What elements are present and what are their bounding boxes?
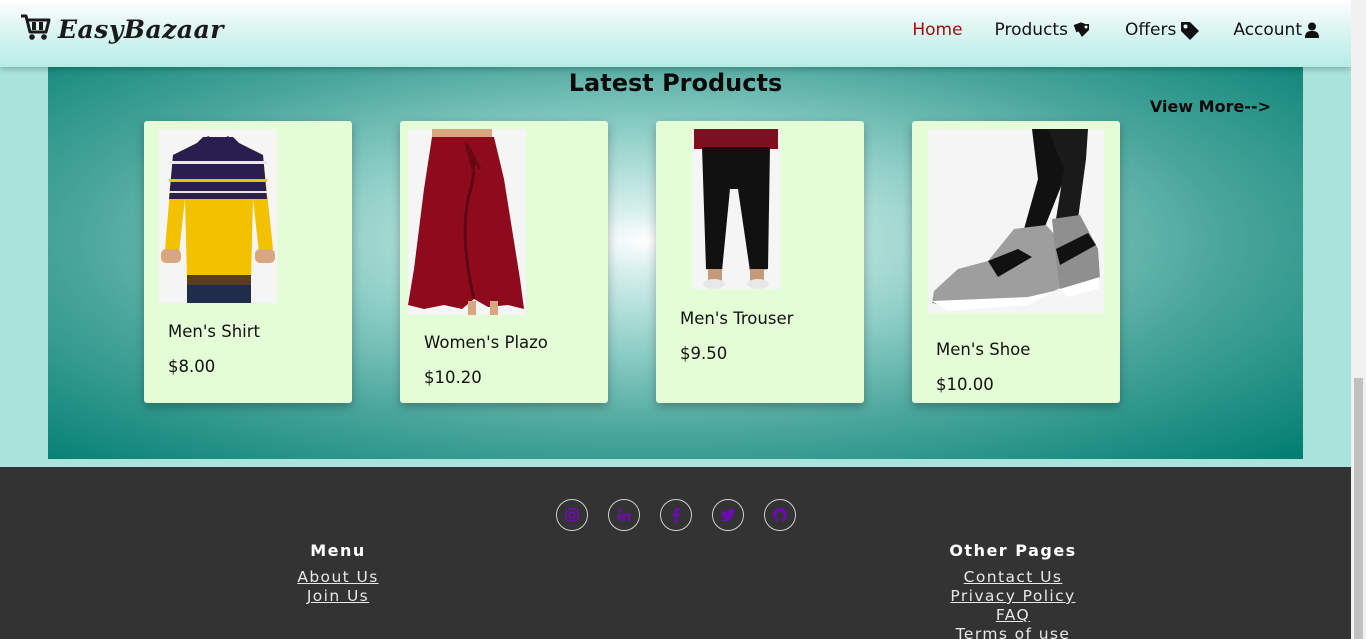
shopping-cart-icon — [20, 12, 52, 46]
mens-shoe-image — [928, 129, 1104, 313]
footer-link-faq[interactable]: FAQ — [928, 606, 1098, 625]
mens-shirt-image — [159, 129, 277, 303]
product-name: Men's Shoe — [936, 340, 1031, 359]
nav-home-label: Home — [912, 20, 963, 40]
nav-home[interactable]: Home — [912, 20, 962, 40]
product-card[interactable]: Men's Shirt $8.00 — [144, 121, 352, 403]
section-title: Latest Products — [568, 69, 783, 97]
latest-products-section: Latest Products View More--> Men's Shirt… — [48, 62, 1303, 459]
facebook-icon — [672, 507, 681, 523]
footer-menu-title: Menu — [310, 541, 366, 560]
footer-other-pages-column: Other Pages Contact Us Privacy Policy FA… — [928, 541, 1098, 639]
product-name: Men's Shirt — [168, 322, 260, 341]
scrollbar-thumb[interactable] — [1354, 378, 1363, 639]
product-price: $9.50 — [680, 344, 728, 363]
mens-trouser-image — [692, 129, 780, 289]
user-icon — [1305, 22, 1319, 38]
footer-link-terms-of-use[interactable]: Terms of use — [928, 625, 1098, 639]
product-name: Men's Trouser — [680, 309, 794, 328]
product-card[interactable]: Women's Plazo $10.20 — [400, 121, 608, 403]
github-button[interactable] — [764, 499, 796, 531]
womens-plazo-image — [408, 129, 526, 315]
social-links — [556, 499, 796, 531]
brand-logo[interactable]: EasyBazaar — [20, 12, 224, 46]
footer-link-contact-us[interactable]: Contact Us — [928, 568, 1098, 587]
nav-offers[interactable]: Offers — [1125, 20, 1201, 40]
nav-products[interactable]: Products — [995, 20, 1093, 40]
product-price: $10.00 — [936, 375, 994, 394]
page-scrollbar[interactable] — [1351, 0, 1366, 639]
twitter-icon — [720, 508, 736, 522]
product-card[interactable]: Men's Shoe $10.00 — [912, 121, 1120, 403]
instagram-button[interactable] — [556, 499, 588, 531]
instagram-icon — [565, 508, 579, 522]
nav-account[interactable]: Account — [1233, 20, 1319, 40]
product-name: Women's Plazo — [424, 333, 548, 352]
product-card[interactable]: Men's Trouser $9.50 — [656, 121, 864, 403]
top-navbar: EasyBazaar Home Products Offers Account — [0, 0, 1351, 67]
product-price: $8.00 — [168, 357, 216, 376]
product-price: $10.20 — [424, 368, 482, 387]
nav-products-label: Products — [994, 20, 1068, 40]
tags-icon — [1071, 20, 1093, 40]
footer-link-join-us[interactable]: Join Us — [258, 587, 418, 606]
facebook-button[interactable] — [660, 499, 692, 531]
brand-name: EasyBazaar — [58, 14, 224, 44]
linkedin-button[interactable] — [608, 499, 640, 531]
footer-other-title: Other Pages — [949, 541, 1077, 560]
nav-account-label: Account — [1233, 20, 1302, 40]
footer: Menu About Us Join Us Other Pages Contac… — [0, 467, 1351, 639]
nav-offers-label: Offers — [1124, 20, 1177, 40]
tag-icon — [1179, 20, 1201, 40]
linkedin-icon — [617, 508, 631, 521]
nav-links: Home Products Offers Account — [880, 20, 1319, 40]
footer-link-about-us[interactable]: About Us — [258, 568, 418, 587]
footer-link-privacy-policy[interactable]: Privacy Policy — [928, 587, 1098, 606]
twitter-button[interactable] — [712, 499, 744, 531]
footer-menu-column: Menu About Us Join Us — [258, 541, 418, 606]
view-more-link[interactable]: View More--> — [1150, 97, 1271, 116]
github-icon — [772, 507, 788, 522]
